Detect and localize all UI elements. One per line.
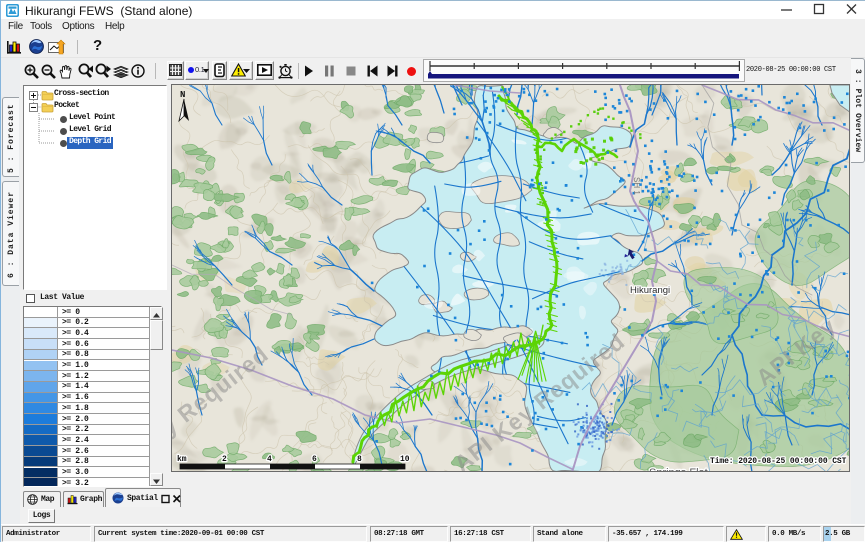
svg-text:Hikurangi: Hikurangi <box>630 285 670 296</box>
svg-text:2: 2 <box>222 455 227 464</box>
svg-text:SH 1: SH 1 <box>632 177 641 195</box>
svg-text:Time: 2020-08-25 00:00:00 CST: Time: 2020-08-25 00:00:00 CST <box>710 457 847 466</box>
svg-text:8: 8 <box>357 455 362 464</box>
svg-text:4: 4 <box>267 455 272 464</box>
svg-text:Springs Flat: Springs Flat <box>649 467 708 472</box>
svg-text:N: N <box>180 90 185 100</box>
svg-text:6: 6 <box>312 455 317 464</box>
svg-text:km: km <box>177 455 187 464</box>
svg-text:10: 10 <box>400 455 410 464</box>
